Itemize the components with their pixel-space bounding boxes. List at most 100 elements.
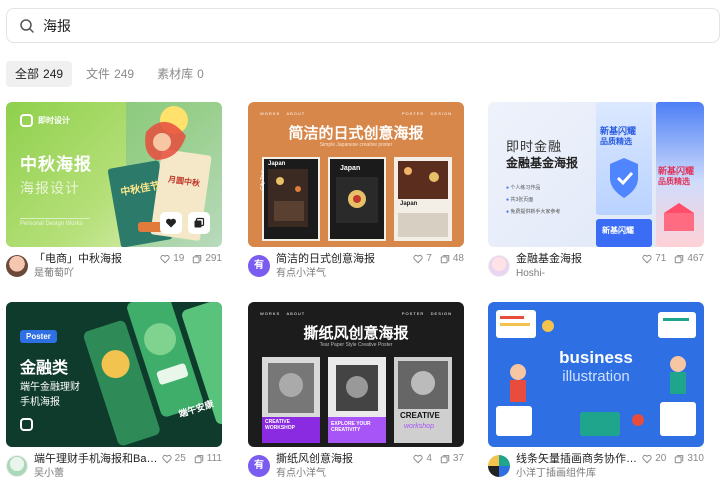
- thumb-nav-item: WORKS: [260, 311, 281, 316]
- avatar[interactable]: [6, 255, 28, 277]
- thumb-subheading: 金融基金海报: [506, 156, 579, 170]
- tab-label: 全部: [15, 67, 40, 81]
- result-card[interactable]: WORKS ABOUT POSTER DESIGN 撕纸风创意海报 Tear P…: [248, 302, 464, 482]
- thumb-subheading: Simple Japanese creative poster: [319, 142, 393, 148]
- copy-count: 291: [205, 253, 222, 264]
- poster-label: CREATIVE WORKSHOP: [265, 419, 295, 431]
- heart-icon: [413, 454, 423, 464]
- card-thumbnail[interactable]: 即时金融 金融基金海报 ● 个人练习作品 ● 共3张页面 ● 免费提供新手大家参…: [488, 102, 704, 247]
- thumb-heading: 金融类: [20, 360, 69, 377]
- result-card[interactable]: 即时金融 金融基金海报 ● 个人练习作品 ● 共3张页面 ● 免费提供新手大家参…: [488, 102, 704, 282]
- result-card[interactable]: Poster 金融类 端午金融理财 手机海报 端午安康 端午理财手机海报和Ban…: [6, 302, 222, 482]
- card-thumbnail[interactable]: WORKS ABOUT POSTER DESIGN 简洁的日式创意海报 Simp…: [248, 102, 464, 247]
- poster-image: EXPLORE YOUR CREATIVITY: [328, 357, 386, 443]
- poster-side-label: City Tour: [260, 170, 266, 190]
- card-stats: 20 310: [634, 452, 704, 466]
- card-meta: 金融基金海报 Hoshi- 71 467: [488, 251, 704, 281]
- like-count: 71: [655, 253, 667, 264]
- card-meta: 「电商」中秋海报 是葡萄吖 19 291: [6, 251, 222, 281]
- card-title[interactable]: 「电商」中秋海报: [34, 252, 162, 266]
- like-count: 25: [174, 453, 186, 464]
- card-thumbnail[interactable]: WORKS ABOUT POSTER DESIGN 撕纸风创意海报 Tear P…: [248, 302, 464, 447]
- avatar[interactable]: [488, 455, 510, 477]
- tab-library[interactable]: 素材库 0: [148, 61, 213, 87]
- copy-icon: [194, 217, 205, 228]
- card-thumbnail[interactable]: Poster 金融类 端午金融理财 手机海报 端午安康: [6, 302, 222, 447]
- copy-count: 467: [687, 253, 704, 264]
- poster-image: Japan: [394, 157, 452, 241]
- card-author[interactable]: 吴小蕾: [34, 467, 162, 480]
- result-card[interactable]: 即时设计 中秋海报 海报设计 Personal Design Works 中秋佳…: [6, 102, 222, 282]
- card-stats: 7 48: [405, 252, 464, 266]
- copy-button[interactable]: [188, 212, 210, 234]
- poster-sub: 品质精选: [658, 177, 690, 186]
- thumb-bullet: 个人练习作品: [510, 185, 541, 191]
- tab-count: 249: [43, 67, 64, 81]
- heart-icon: [642, 454, 652, 464]
- thumb-nav-right: POSTER DESIGN: [402, 111, 452, 116]
- tab-label: 文件: [86, 67, 111, 81]
- card-title[interactable]: 撕纸风创意海报: [276, 452, 404, 466]
- poster-image: 新基闪耀 品质精选: [656, 102, 704, 247]
- card-meta: 线条矢量插画商务协作问... 小洋丁插画组件库 20 310: [488, 451, 704, 481]
- logo-icon: [20, 114, 33, 127]
- thumb-line: 端午金融理财: [20, 382, 80, 393]
- poster-image: 新基闪耀 品质精选: [596, 102, 652, 215]
- poster-heading: 新基闪耀: [602, 226, 634, 235]
- thumb-nav-right: POSTER DESIGN: [402, 311, 452, 316]
- copy-count: 111: [206, 453, 222, 464]
- avatar[interactable]: [6, 455, 28, 477]
- avatar[interactable]: [488, 255, 510, 277]
- search-input[interactable]: [43, 16, 543, 36]
- copy-icon: [440, 455, 450, 464]
- copy-icon: [675, 255, 684, 264]
- card-author[interactable]: 有点小洋气: [276, 267, 404, 280]
- thumb-nav-item: DESIGN: [430, 311, 452, 316]
- thumb-nav-item: ABOUT: [286, 311, 306, 316]
- tab-label: 素材库: [157, 67, 194, 81]
- heart-icon: [413, 254, 423, 264]
- card-author[interactable]: 小洋丁插画组件库: [516, 467, 644, 480]
- poster-image: CREATIVE WORKSHOP: [262, 357, 320, 443]
- search-bar[interactable]: [6, 8, 720, 43]
- copy-icon: [440, 255, 450, 264]
- heart-icon: [162, 454, 172, 464]
- poster-image: Japan: [328, 157, 386, 241]
- thumb-heading: 撕纸风创意海报: [303, 325, 409, 342]
- card-stats: 4 37: [405, 452, 464, 466]
- thumb-tagline: Personal Design Works: [20, 218, 90, 227]
- thumb-bullets: ● 个人练习作品 ● 共3张页面 ● 免费提供新手大家参考: [506, 185, 561, 215]
- card-author[interactable]: Hoshi-: [516, 267, 644, 280]
- card-meta: 有 简洁的日式创意海报 有点小洋气 7 48: [248, 251, 464, 281]
- heart-icon: [160, 254, 170, 264]
- card-title[interactable]: 线条矢量插画商务协作问...: [516, 452, 644, 466]
- tab-count: 249: [114, 67, 135, 81]
- poster-label: Japan: [340, 165, 361, 172]
- thumb-badge: Poster: [20, 330, 57, 343]
- thumb-nav-item: POSTER: [401, 311, 425, 316]
- avatar[interactable]: 有: [248, 255, 270, 277]
- thumb-line: 手机海报: [20, 397, 60, 408]
- result-card[interactable]: WORKS ABOUT POSTER DESIGN 简洁的日式创意海报 Simp…: [248, 102, 464, 282]
- poster-image: CREATIVE workshop: [394, 357, 452, 443]
- card-stats: 19 291: [152, 252, 222, 266]
- thumb-subheading: Tear Paper Style Creative Poster: [319, 342, 393, 348]
- avatar[interactable]: 有: [248, 455, 270, 477]
- result-card[interactable]: business illustration 线条矢量插画商务协作问... 小洋丁…: [488, 302, 704, 482]
- thumb-heading: business: [559, 348, 633, 367]
- card-thumbnail[interactable]: 即时设计 中秋海报 海报设计 Personal Design Works 中秋佳…: [6, 102, 222, 247]
- heart-icon: [166, 218, 176, 228]
- card-author[interactable]: 有点小洋气: [276, 467, 404, 480]
- copy-icon: [193, 255, 202, 264]
- card-title[interactable]: 金融基金海报: [516, 252, 644, 266]
- card-title[interactable]: 简洁的日式创意海报: [276, 252, 404, 266]
- card-author[interactable]: 是葡萄吖: [34, 267, 162, 280]
- thumb-heading: 即时金融: [506, 139, 563, 154]
- card-thumbnail[interactable]: business illustration: [488, 302, 704, 447]
- card-title[interactable]: 端午理财手机海报和Bann...: [34, 452, 162, 466]
- like-count: 4: [426, 453, 432, 464]
- tab-all[interactable]: 全部 249: [6, 61, 73, 87]
- like-count: 7: [426, 253, 432, 264]
- tab-files[interactable]: 文件 249: [77, 61, 143, 87]
- like-button[interactable]: [160, 212, 182, 234]
